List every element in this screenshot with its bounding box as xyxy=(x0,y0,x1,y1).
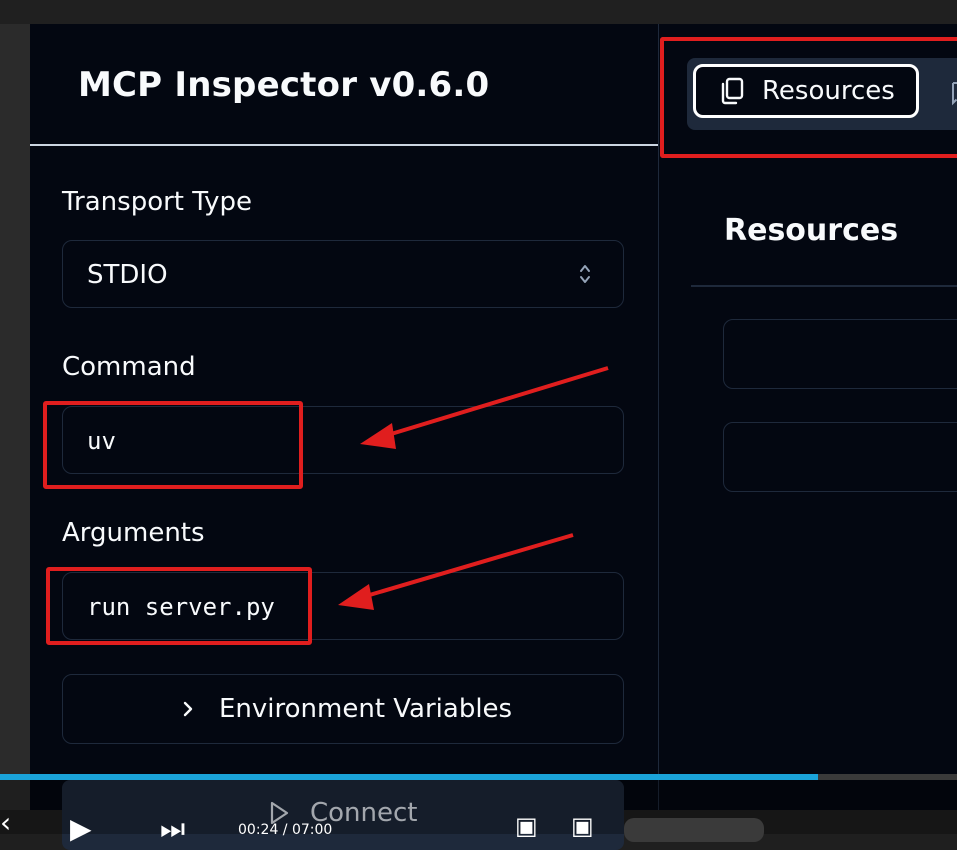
danmaku-icon[interactable]: ▣ xyxy=(515,812,538,840)
danmaku-input[interactable] xyxy=(624,818,764,842)
previous-icon[interactable]: ‹ xyxy=(0,806,11,839)
annotation-arrows xyxy=(338,366,609,610)
video-play-icon[interactable]: ▶ xyxy=(70,812,92,845)
skip-next-icon[interactable]: ⏭ xyxy=(160,812,185,846)
command-arrow-icon xyxy=(360,366,609,449)
danmaku-settings-icon[interactable]: ▣ xyxy=(571,812,594,840)
video-time: 00:24 / 07:00 xyxy=(238,822,333,838)
arguments-arrow-icon xyxy=(338,533,574,610)
video-player-controls xyxy=(0,780,957,834)
